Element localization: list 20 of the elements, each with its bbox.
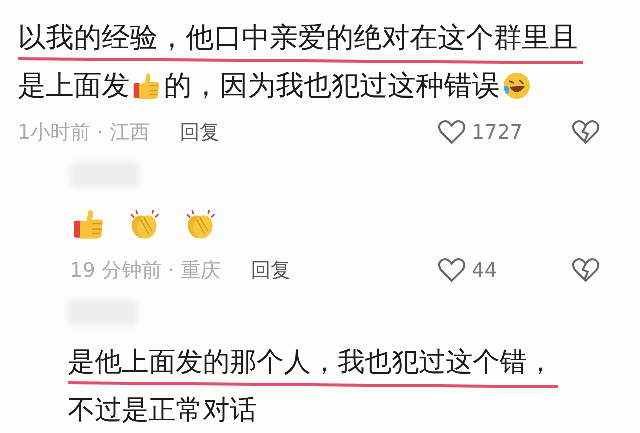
heart-icon[interactable]: [438, 119, 466, 145]
broken-heart-icon[interactable]: [572, 119, 600, 145]
comment-text: 是上面发: [18, 68, 130, 104]
thumbs-up-icon: [72, 207, 106, 241]
comment-time-location: 19 分钟前 · 重庆: [70, 256, 221, 284]
clapping-hands-icon: [128, 207, 162, 241]
thumbs-up-icon: [132, 71, 162, 101]
comment-time-location: 1小时前 · 江西: [18, 118, 150, 146]
like-count: 44: [472, 258, 498, 282]
reply-button[interactable]: 回复: [180, 118, 220, 146]
broken-heart-icon[interactable]: [572, 257, 600, 283]
comment-text: 是他上面发的那个人，我也犯过这个错，: [68, 346, 554, 380]
comment-text: 不过是正常对话: [68, 394, 257, 428]
comment-text: 的，因为我也犯过这种错误: [164, 68, 500, 104]
heart-icon[interactable]: [438, 257, 466, 283]
reply-button[interactable]: 回复: [250, 256, 291, 284]
laughing-face-icon: [502, 71, 532, 101]
comment-text: 以我的经验，他口中亲爱的绝对在这个群里且: [18, 20, 578, 56]
like-count: 1727: [472, 120, 524, 144]
clapping-hands-icon: [184, 207, 218, 241]
